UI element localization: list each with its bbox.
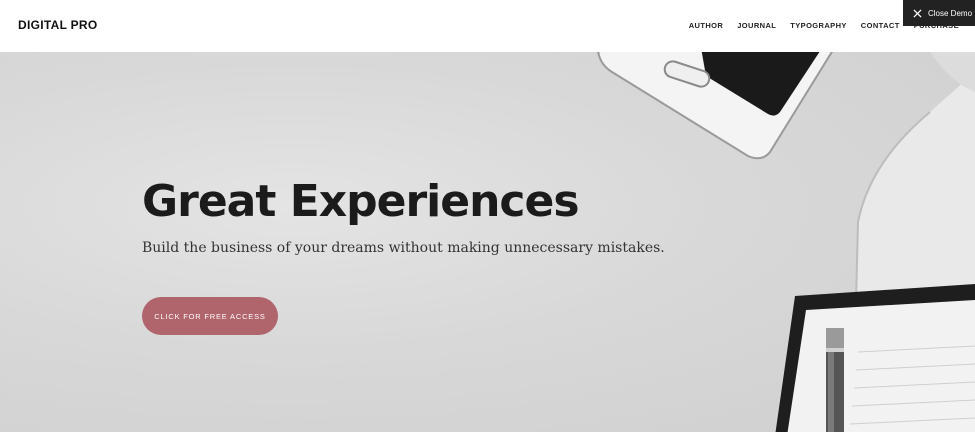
close-demo-label: Close Demo [928, 8, 973, 18]
hero-title: Great Experiences [142, 176, 580, 227]
bottom-divider [0, 432, 975, 436]
smartphone-image [597, 52, 833, 160]
close-demo-button[interactable]: Close Demo [903, 0, 975, 26]
free-access-button[interactable]: CLICK FOR FREE ACCESS [142, 297, 278, 335]
nav-item-contact[interactable]: CONTACT [861, 21, 900, 31]
nav-item-typography[interactable]: TYPOGRAPHY [790, 21, 847, 31]
hero-subtitle: Build the business of your dreams withou… [142, 240, 665, 256]
notebook-image [775, 284, 975, 436]
nav-item-journal[interactable]: JOURNAL [737, 21, 776, 31]
site-logo[interactable]: DIGITAL PRO [18, 18, 98, 32]
close-icon [913, 8, 922, 18]
hero-section: Great Experiences Build the business of … [0, 52, 975, 436]
nav-item-author[interactable]: AUTHOR [689, 21, 723, 31]
site-header: DIGITAL PRO AUTHOR JOURNAL TYPOGRAPHY CO… [0, 0, 975, 52]
pen-image [826, 328, 844, 436]
